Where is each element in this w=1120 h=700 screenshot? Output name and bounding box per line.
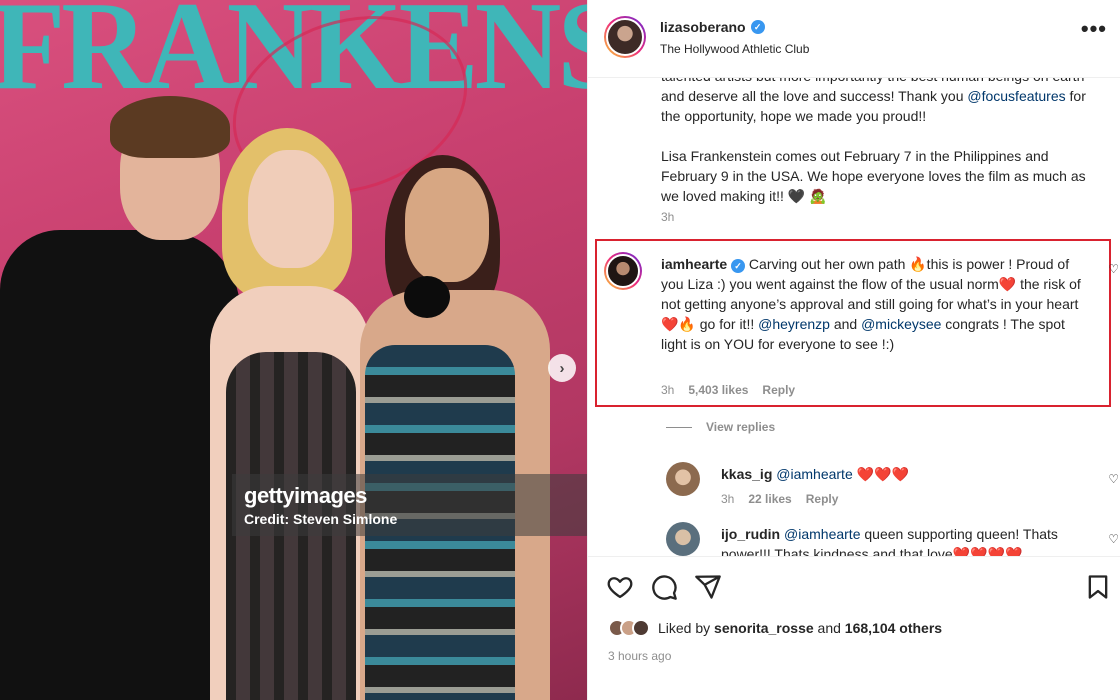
reply-mention[interactable]: @iamhearte [784, 526, 860, 542]
comment-text-b: and [829, 316, 862, 332]
reply-avatar-kkas-ig[interactable] [666, 462, 700, 496]
like-comment-heart-icon[interactable]: ♡ [1108, 262, 1119, 276]
comment-iamhearte: iamhearte ✓ Carving out her own path 🔥th… [661, 254, 1081, 354]
view-replies-button[interactable]: View replies [666, 420, 775, 434]
author-avatar[interactable] [604, 16, 646, 58]
reply-meta: 3h 22 likes Reply [721, 492, 838, 506]
reply-time[interactable]: 3h [721, 492, 734, 506]
post-location[interactable]: The Hollywood Athletic Club [660, 42, 809, 56]
like-reply-heart-icon[interactable]: ♡ [1108, 472, 1119, 486]
next-photo-button[interactable]: › [548, 354, 576, 382]
caption-timestamp[interactable]: 3h [661, 210, 674, 224]
reply-likes[interactable]: 22 likes [748, 492, 791, 506]
comment-time[interactable]: 3h [661, 383, 674, 397]
getty-logo: gettyimages [244, 483, 367, 508]
comment-icon[interactable] [650, 573, 678, 601]
comments-section[interactable]: talented artists but more importantly th… [588, 78, 1120, 556]
caption-mention-focusfeatures[interactable]: @focusfeatures [967, 88, 1065, 104]
reply-ijo-rudin: ijo_rudin @iamhearte queen supporting qu… [721, 524, 1091, 556]
verified-badge-icon: ✓ [731, 259, 746, 273]
heart-icon[interactable] [606, 573, 634, 601]
divider-line [666, 426, 692, 428]
likes-middle: and [813, 620, 845, 636]
reply-username[interactable]: ijo_rudin [721, 526, 780, 542]
likes-count[interactable]: 168,104 others [845, 620, 942, 636]
person-right-rose-choker [404, 276, 450, 318]
commenter-avatar-iamhearte[interactable] [604, 252, 642, 290]
share-icon[interactable] [694, 573, 722, 601]
reply-text: ❤️❤️❤️ [852, 466, 909, 482]
comment-meta: 3h 5,403 likes Reply [661, 383, 795, 397]
post-header: lizasoberano ✓ The Hollywood Athletic Cl… [588, 0, 1120, 78]
person-middle-head [248, 150, 334, 268]
liker-username[interactable]: senorita_rosse [714, 620, 814, 636]
post-actions-bar: Liked by senorita_rosse and 168,104 othe… [588, 556, 1120, 700]
liker-avatar-3 [632, 619, 650, 637]
author-username[interactable]: lizasoberano [660, 19, 746, 35]
chevron-right-icon: › [559, 359, 565, 377]
bookmark-icon[interactable] [1084, 573, 1112, 601]
reply-mention[interactable]: @iamhearte [776, 466, 852, 482]
more-options-icon[interactable]: ••• [1081, 18, 1107, 40]
verified-badge-icon: ✓ [750, 20, 765, 34]
getty-watermark: gettyimages Credit: Steven Simlone [232, 474, 587, 536]
view-replies-label[interactable]: View replies [706, 420, 775, 434]
person-right-head [405, 168, 489, 282]
person-left-body [0, 230, 240, 700]
comment-likes[interactable]: 5,403 likes [688, 383, 748, 397]
comment-reply-button[interactable]: Reply [762, 383, 795, 397]
post-photo[interactable]: FRANKENSTEIN gettyimages Credit: Steven … [0, 0, 587, 700]
caption-paragraph-1: talented artists but more importantly th… [661, 78, 1101, 126]
post-caption: talented artists but more importantly th… [661, 78, 1101, 226]
likes-text: Liked by senorita_rosse and 168,104 othe… [658, 620, 942, 636]
author-username-row[interactable]: lizasoberano ✓ [660, 19, 765, 35]
likes-summary: Liked by senorita_rosse and 168,104 othe… [608, 619, 942, 637]
photo-credit: Credit: Steven Simlone [244, 511, 398, 527]
reply-reply-button[interactable]: Reply [806, 492, 839, 506]
comment-username[interactable]: iamhearte [661, 256, 727, 272]
reply-avatar-ijo-rudin[interactable] [666, 522, 700, 556]
post-timestamp[interactable]: 3 hours ago [608, 649, 671, 663]
comment-mention-heyrenzp[interactable]: @heyrenzp [758, 316, 830, 332]
likes-prefix: Liked by [658, 620, 715, 636]
like-reply-heart-icon[interactable]: ♡ [1108, 532, 1119, 546]
person-left-hair [110, 96, 230, 158]
caption-paragraph-2: Lisa Frankenstein comes out February 7 i… [661, 148, 1086, 204]
post-side-panel: lizasoberano ✓ The Hollywood Athletic Cl… [587, 0, 1120, 700]
comment-mention-mickeysee[interactable]: @mickeysee [861, 316, 941, 332]
reply-kkas-ig: kkas_ig @iamhearte ❤️❤️❤️ [721, 464, 1081, 484]
reply-username[interactable]: kkas_ig [721, 466, 772, 482]
